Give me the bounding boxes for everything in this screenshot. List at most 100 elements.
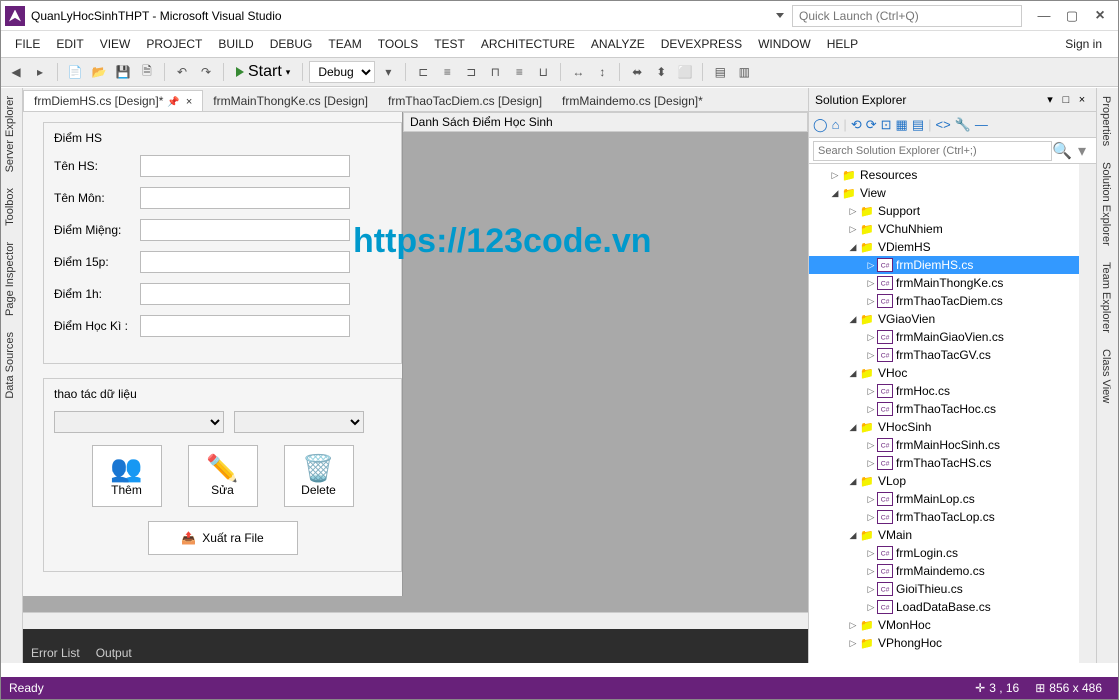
- layout-dropdown-icon[interactable]: [776, 13, 784, 18]
- node-frmthaotachs[interactable]: frmThaoTacHS.cs: [809, 454, 1096, 472]
- tab-frmdiemhs[interactable]: frmDiemHS.cs [Design]*📌×: [23, 90, 203, 112]
- close-button[interactable]: ×: [1086, 6, 1114, 26]
- node-vgiaovien[interactable]: VGiaoVien: [809, 310, 1096, 328]
- tab-frmmainthongke[interactable]: frmMainThongKe.cs [Design]: [203, 91, 378, 111]
- nav-back-button[interactable]: ◀: [5, 61, 27, 83]
- server-explorer-tab[interactable]: Server Explorer: [1, 88, 19, 180]
- menu-build[interactable]: BUILD: [210, 37, 261, 51]
- save-button[interactable]: 💾: [112, 61, 134, 83]
- node-vphonghoc[interactable]: VPhongHoc: [809, 634, 1096, 652]
- se-code-icon[interactable]: <>: [936, 117, 951, 132]
- node-frmmainlop[interactable]: frmMainLop.cs: [809, 490, 1096, 508]
- solution-tree[interactable]: Resources View Support VChuNhiem VDiemHS…: [809, 164, 1096, 663]
- designer-surface[interactable]: Điểm HS Tên HS: Tên Môn: Điểm Miệng: Điể…: [23, 112, 808, 612]
- menu-tools[interactable]: TOOLS: [370, 37, 426, 51]
- menu-project[interactable]: PROJECT: [138, 37, 210, 51]
- tab-frmmaindemo[interactable]: frmMaindemo.cs [Design]*: [552, 91, 713, 111]
- node-frmthaotacdiem[interactable]: frmThaoTacDiem.cs: [809, 292, 1096, 310]
- input-tenhs[interactable]: [140, 155, 350, 177]
- node-frmmainthongke[interactable]: frmMainThongKe.cs: [809, 274, 1096, 292]
- node-vlop[interactable]: VLop: [809, 472, 1096, 490]
- pin-icon[interactable]: 📌: [167, 97, 179, 108]
- input-tenmon[interactable]: [140, 187, 350, 209]
- size-both-button[interactable]: ⬜: [674, 61, 696, 83]
- align-left-button[interactable]: ⊏: [412, 61, 434, 83]
- menu-test[interactable]: TEST: [426, 37, 473, 51]
- input-diem15p[interactable]: [140, 251, 350, 273]
- align-right-button[interactable]: ⊐: [460, 61, 482, 83]
- solution-config-select[interactable]: Debug: [309, 61, 375, 83]
- edit-button[interactable]: ✏️Sửa: [188, 445, 258, 507]
- se-sync-icon[interactable]: ⟲: [851, 117, 862, 133]
- node-loaddatabase[interactable]: LoadDataBase.cs: [809, 598, 1096, 616]
- node-frmthaotacgv[interactable]: frmThaoTacGV.cs: [809, 346, 1096, 364]
- size-height-button[interactable]: ⬍: [650, 61, 672, 83]
- menu-architecture[interactable]: ARCHITECTURE: [473, 37, 583, 51]
- spacing-h-button[interactable]: ↔: [567, 61, 589, 83]
- node-vmonhoc[interactable]: VMonHoc: [809, 616, 1096, 634]
- properties-tab[interactable]: Properties: [1097, 88, 1115, 154]
- node-frmthaotachoc[interactable]: frmThaoTacHoc.cs: [809, 400, 1096, 418]
- menu-file[interactable]: FILE: [7, 37, 48, 51]
- node-frmthaotaclop[interactable]: frmThaoTacLop.cs: [809, 508, 1096, 526]
- start-debug-button[interactable]: Start ▾: [230, 61, 296, 83]
- se-properties-icon[interactable]: 🔧: [955, 117, 971, 133]
- node-vhoc[interactable]: VHoc: [809, 364, 1096, 382]
- nav-forward-button[interactable]: ▸: [29, 61, 51, 83]
- node-frmhoc[interactable]: frmHoc.cs: [809, 382, 1096, 400]
- combo1[interactable]: [54, 411, 224, 433]
- node-support[interactable]: Support: [809, 202, 1096, 220]
- combo2[interactable]: [234, 411, 364, 433]
- se-close-button[interactable]: ×: [1074, 94, 1090, 106]
- align-top-button[interactable]: ⊓: [484, 61, 506, 83]
- node-gioithieu[interactable]: GioiThieu.cs: [809, 580, 1096, 598]
- sign-in-link[interactable]: Sign in: [1055, 37, 1112, 51]
- node-vhocsinh[interactable]: VHocSinh: [809, 418, 1096, 436]
- node-frmlogin[interactable]: frmLogin.cs: [809, 544, 1096, 562]
- solution-explorer-tab[interactable]: Solution Explorer: [1097, 154, 1115, 254]
- input-diemhk[interactable]: [140, 315, 350, 337]
- se-showall-icon[interactable]: ▦: [896, 117, 908, 133]
- undo-button[interactable]: ↶: [171, 61, 193, 83]
- node-frmdiemhs[interactable]: frmDiemHS.cs: [809, 256, 1096, 274]
- menu-debug[interactable]: DEBUG: [262, 37, 321, 51]
- delete-button[interactable]: 🗑️Delete: [284, 445, 354, 507]
- horizontal-scrollbar[interactable]: [23, 612, 808, 629]
- node-frmmainhocsinh[interactable]: frmMainHocSinh.cs: [809, 436, 1096, 454]
- send-back-button[interactable]: ▥: [733, 61, 755, 83]
- menu-devexpress[interactable]: DEVEXPRESS: [653, 37, 750, 51]
- node-frmmaindemo[interactable]: frmMaindemo.cs: [809, 562, 1096, 580]
- menu-edit[interactable]: EDIT: [48, 37, 91, 51]
- redo-button[interactable]: ↷: [195, 61, 217, 83]
- save-all-button[interactable]: 🗎: [136, 61, 158, 83]
- close-tab-icon[interactable]: ×: [186, 96, 192, 108]
- toolbox-tab[interactable]: Toolbox: [1, 180, 19, 234]
- error-list-tab[interactable]: Error List: [31, 646, 80, 660]
- se-window-dropdown[interactable]: ▾: [1042, 93, 1058, 106]
- spacing-v-button[interactable]: ↕: [591, 61, 613, 83]
- node-vdiemhs[interactable]: VDiemHS: [809, 238, 1096, 256]
- node-frmmaingiaovien[interactable]: frmMainGiaoVien.cs: [809, 328, 1096, 346]
- se-home-icon[interactable]: ⌂: [832, 117, 840, 132]
- minimize-button[interactable]: —: [1030, 6, 1058, 26]
- input-diemmieng[interactable]: [140, 219, 350, 241]
- search-dropdown-icon[interactable]: ▾: [1072, 141, 1092, 161]
- size-width-button[interactable]: ⬌: [626, 61, 648, 83]
- search-icon[interactable]: 🔍: [1052, 141, 1072, 161]
- se-collapse-icon[interactable]: ⊡: [881, 117, 892, 133]
- se-preview-icon[interactable]: ▤: [912, 117, 924, 133]
- align-bottom-button[interactable]: ⊔: [532, 61, 554, 83]
- class-view-tab[interactable]: Class View: [1097, 341, 1115, 411]
- se-refresh-icon[interactable]: ⟳: [866, 117, 877, 133]
- menu-help[interactable]: HELP: [819, 37, 866, 51]
- node-vchunhiem[interactable]: VChuNhiem: [809, 220, 1096, 238]
- align-middle-button[interactable]: ≡: [508, 61, 530, 83]
- node-vmain[interactable]: VMain: [809, 526, 1096, 544]
- export-button[interactable]: 📤Xuất ra File: [148, 521, 298, 555]
- se-scrollbar[interactable]: [1079, 164, 1096, 663]
- tab-frmthaotacdiem[interactable]: frmThaoTacDiem.cs [Design]: [378, 91, 552, 111]
- output-tab[interactable]: Output: [96, 646, 132, 660]
- se-more-icon[interactable]: —: [975, 117, 988, 132]
- bring-front-button[interactable]: ▤: [709, 61, 731, 83]
- se-search-input[interactable]: [813, 141, 1052, 161]
